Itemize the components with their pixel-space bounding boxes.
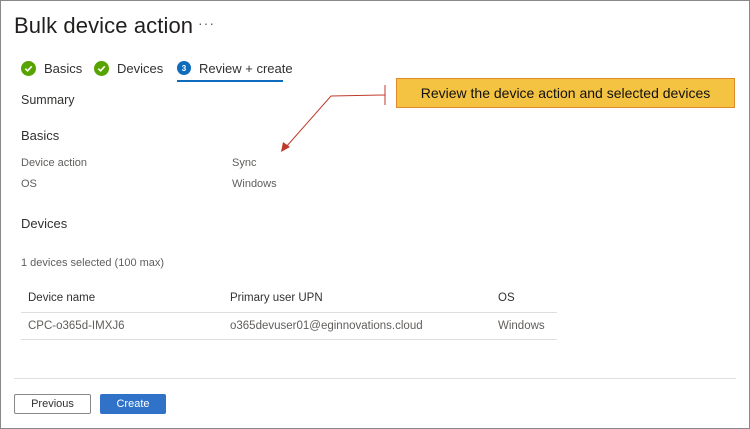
annotation-callout: Review the device action and selected de… xyxy=(396,78,735,108)
annotation-arrow xyxy=(281,85,386,152)
bulk-device-action-pane: Bulk device action ··· Basics Devices 3 … xyxy=(0,0,750,429)
